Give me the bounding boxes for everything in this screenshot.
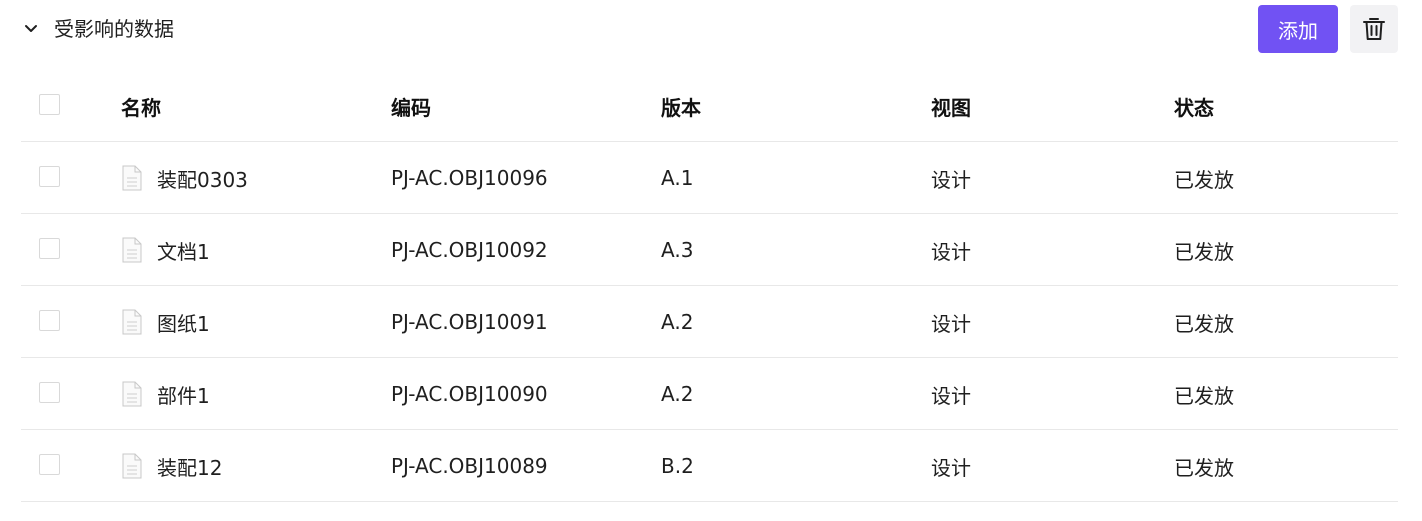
view-cell: 设计 bbox=[931, 239, 971, 264]
version-cell: A.1 bbox=[661, 166, 694, 190]
status-cell: 已发放 bbox=[1174, 167, 1234, 192]
document-icon bbox=[121, 237, 143, 263]
table-row[interactable]: 装配0303 PJ-AC.OBJ10096 A.1 设计 已发放 bbox=[21, 142, 1398, 214]
column-header-name[interactable]: 名称 bbox=[121, 70, 161, 142]
status-cell: 已发放 bbox=[1174, 239, 1234, 264]
table-row[interactable]: 部件1 PJ-AC.OBJ10090 A.2 设计 已发放 bbox=[21, 358, 1398, 430]
status-cell: 已发放 bbox=[1174, 383, 1234, 408]
view-cell: 设计 bbox=[931, 311, 971, 336]
table-row[interactable]: 文档1 PJ-AC.OBJ10092 A.3 设计 已发放 bbox=[21, 214, 1398, 286]
column-header-code[interactable]: 编码 bbox=[391, 70, 431, 142]
code-cell: PJ-AC.OBJ10089 bbox=[391, 454, 548, 478]
delete-button[interactable] bbox=[1350, 5, 1398, 53]
document-icon bbox=[121, 381, 143, 407]
trash-icon bbox=[1363, 18, 1385, 40]
row-checkbox[interactable] bbox=[39, 237, 60, 259]
affected-data-panel: 受影响的数据 添加 名称 编码 版本 视图 状态 装配0303 PJ-AC.OB… bbox=[0, 0, 1422, 521]
section-header: 受影响的数据 添加 bbox=[0, 0, 1422, 58]
status-cell: 已发放 bbox=[1174, 455, 1234, 480]
affected-data-table: 名称 编码 版本 视图 状态 装配0303 PJ-AC.OBJ10096 A.1… bbox=[21, 70, 1398, 502]
row-name-link[interactable]: 文档1 bbox=[157, 236, 210, 265]
add-button[interactable]: 添加 bbox=[1258, 5, 1338, 53]
name-cell: 文档1 bbox=[121, 214, 210, 286]
document-icon bbox=[121, 165, 143, 191]
version-cell: A.2 bbox=[661, 310, 694, 334]
column-header-version[interactable]: 版本 bbox=[661, 70, 701, 142]
version-cell: A.3 bbox=[661, 238, 694, 262]
version-cell: A.2 bbox=[661, 382, 694, 406]
name-cell: 图纸1 bbox=[121, 286, 210, 358]
view-cell: 设计 bbox=[931, 383, 971, 408]
name-cell: 装配12 bbox=[121, 430, 222, 502]
view-cell: 设计 bbox=[931, 167, 971, 192]
code-cell: PJ-AC.OBJ10091 bbox=[391, 310, 548, 334]
section-title: 受影响的数据 bbox=[54, 17, 174, 41]
row-checkbox[interactable] bbox=[39, 381, 60, 403]
row-name-link[interactable]: 部件1 bbox=[157, 380, 210, 409]
name-cell: 装配0303 bbox=[121, 142, 248, 214]
document-icon bbox=[121, 309, 143, 335]
chevron-down-icon bbox=[25, 25, 37, 32]
row-checkbox[interactable] bbox=[39, 165, 60, 187]
table-row[interactable]: 图纸1 PJ-AC.OBJ10091 A.2 设计 已发放 bbox=[21, 286, 1398, 358]
row-checkbox[interactable] bbox=[39, 309, 60, 331]
column-header-status[interactable]: 状态 bbox=[1174, 70, 1214, 142]
column-header-view[interactable]: 视图 bbox=[931, 70, 971, 142]
table-row[interactable]: 装配12 PJ-AC.OBJ10089 B.2 设计 已发放 bbox=[21, 430, 1398, 502]
code-cell: PJ-AC.OBJ10090 bbox=[391, 382, 548, 406]
status-cell: 已发放 bbox=[1174, 311, 1234, 336]
document-icon bbox=[121, 453, 143, 479]
row-name-link[interactable]: 图纸1 bbox=[157, 308, 210, 337]
select-all-checkbox[interactable] bbox=[39, 93, 60, 115]
code-cell: PJ-AC.OBJ10092 bbox=[391, 238, 548, 262]
collapse-toggle[interactable] bbox=[20, 18, 42, 40]
row-name-link[interactable]: 装配0303 bbox=[157, 164, 248, 193]
name-cell: 部件1 bbox=[121, 358, 210, 430]
table-header-row: 名称 编码 版本 视图 状态 bbox=[21, 70, 1398, 142]
view-cell: 设计 bbox=[931, 455, 971, 480]
code-cell: PJ-AC.OBJ10096 bbox=[391, 166, 548, 190]
version-cell: B.2 bbox=[661, 454, 694, 478]
row-checkbox[interactable] bbox=[39, 453, 60, 475]
row-name-link[interactable]: 装配12 bbox=[157, 452, 222, 481]
